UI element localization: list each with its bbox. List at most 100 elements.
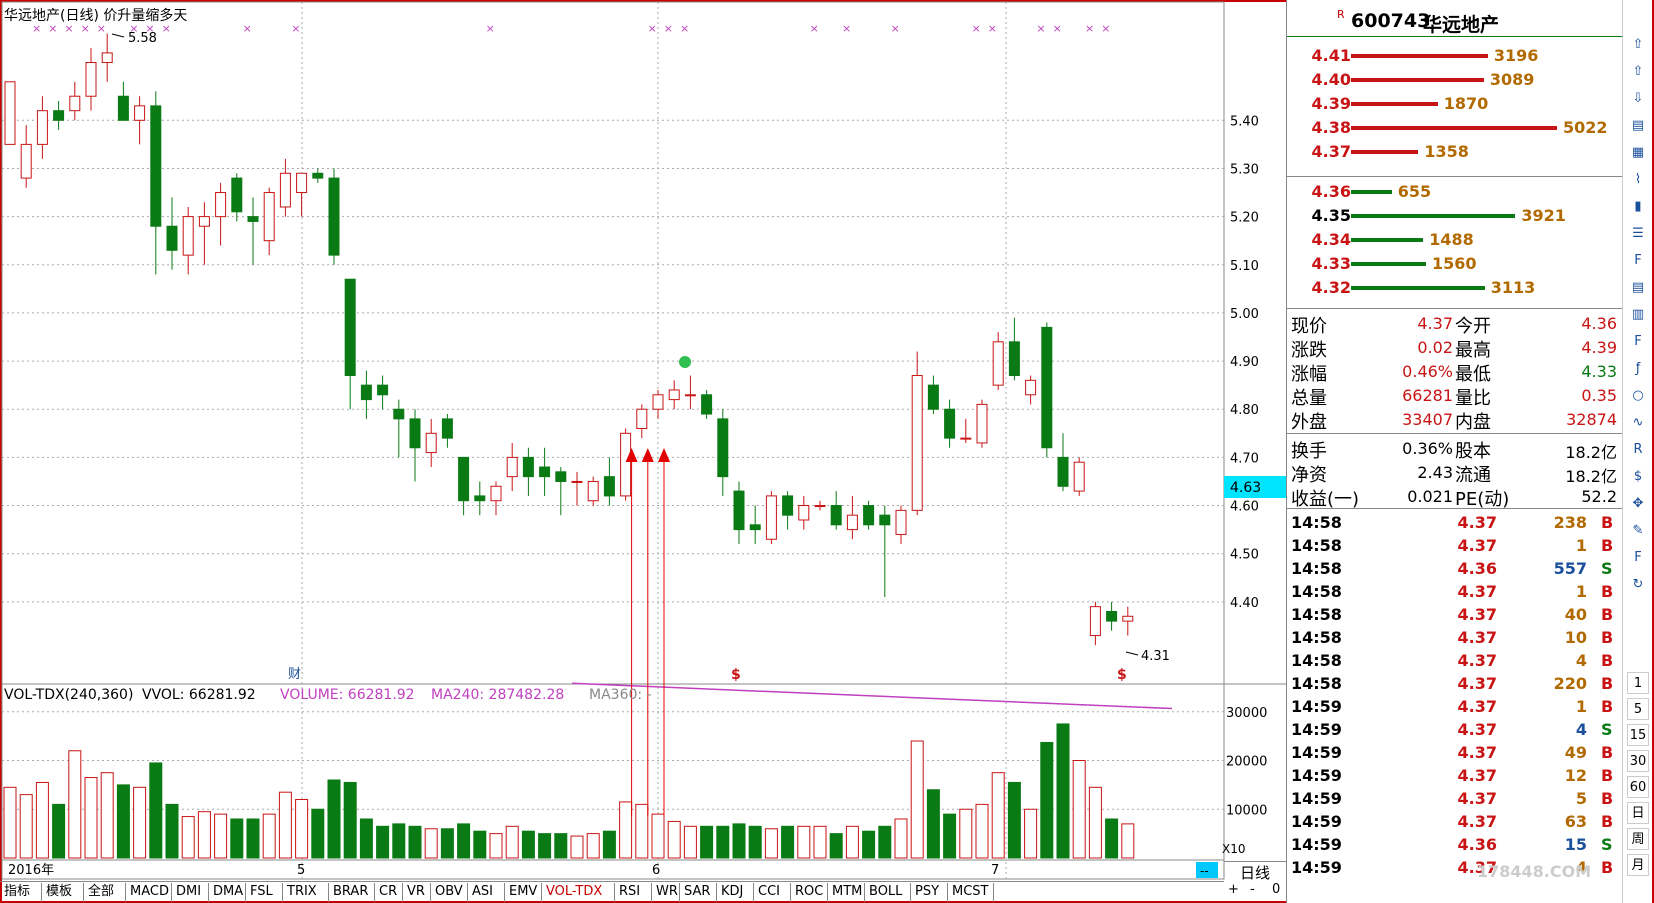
candle-body bbox=[652, 394, 664, 410]
zoom-in-button[interactable]: + bbox=[1228, 882, 1239, 897]
list-icon[interactable]: ☰ bbox=[1627, 223, 1649, 245]
candle-body bbox=[182, 216, 194, 256]
ask-row[interactable]: 4.40 3089 bbox=[1287, 68, 1623, 92]
s-marker[interactable]: $ bbox=[1117, 667, 1127, 683]
candle bbox=[539, 447, 551, 496]
bid-row[interactable]: 4.32 3113 bbox=[1287, 276, 1623, 300]
indicator-tab[interactable]: OBV bbox=[431, 883, 468, 902]
rsi-icon[interactable]: R bbox=[1627, 439, 1649, 461]
indicator-tab[interactable]: RSI bbox=[615, 883, 652, 902]
candle bbox=[296, 172, 308, 217]
refresh-icon[interactable]: ↻ bbox=[1627, 574, 1649, 596]
indicator-tab[interactable]: VR bbox=[403, 883, 431, 902]
period-button[interactable]: 月 bbox=[1627, 854, 1649, 876]
f5-icon[interactable]: F bbox=[1627, 547, 1649, 569]
s-icon[interactable]: $ bbox=[1627, 466, 1649, 488]
indicator-tab[interactable]: PSY bbox=[911, 883, 948, 902]
line-chart-icon[interactable]: ⌇ bbox=[1627, 169, 1649, 191]
pen-icon[interactable]: ✎ bbox=[1627, 520, 1649, 542]
indicator-tab[interactable]: MTM bbox=[828, 883, 865, 902]
indicator-tab[interactable]: 模板 bbox=[42, 883, 84, 902]
indicator-tab[interactable]: CCI bbox=[754, 883, 791, 902]
book-volume-bar bbox=[1351, 102, 1438, 106]
function-icon[interactable]: ƒ bbox=[1627, 358, 1649, 380]
stat-label: 现价 bbox=[1291, 316, 1327, 337]
indicator-tab[interactable]: MCST bbox=[948, 883, 994, 902]
volume-bar bbox=[392, 823, 406, 859]
tick-row: 14:58 4.37 4 B bbox=[1287, 650, 1623, 673]
news-icon[interactable]: ▤ bbox=[1627, 277, 1649, 299]
circle-icon[interactable]: ○ bbox=[1627, 385, 1649, 407]
indicator-tab[interactable]: BRAR bbox=[329, 883, 375, 902]
stat-value: 4.36 bbox=[1581, 314, 1617, 333]
bid-row[interactable]: 4.34 1488 bbox=[1287, 228, 1623, 252]
reset-button[interactable]: 0 bbox=[1272, 882, 1280, 897]
bid-row[interactable]: 4.33 1560 bbox=[1287, 252, 1623, 276]
signal-marker: × bbox=[243, 22, 252, 35]
indicator-tab[interactable]: FSL bbox=[246, 883, 283, 902]
ask-row[interactable]: 4.39 1870 bbox=[1287, 92, 1623, 116]
book-volume: 1358 bbox=[1424, 142, 1469, 161]
zoom-out-button[interactable]: - bbox=[1250, 882, 1255, 897]
indicator-tab[interactable]: DMA bbox=[209, 883, 246, 902]
period-button[interactable]: 15 bbox=[1627, 724, 1649, 746]
indicator-tab[interactable]: ROC bbox=[791, 883, 828, 902]
time-label: 2016年 bbox=[8, 863, 54, 878]
volume-bar bbox=[748, 825, 762, 859]
candle-body bbox=[555, 471, 567, 482]
tick-volume: 12 bbox=[1564, 766, 1587, 785]
candlestick-icon[interactable]: ▮ bbox=[1627, 196, 1649, 218]
volume-bar bbox=[878, 825, 892, 859]
indicator-tab[interactable]: EMV bbox=[505, 883, 542, 902]
report-icon[interactable]: ▤ bbox=[1627, 115, 1649, 137]
table-icon[interactable]: ▦ bbox=[1627, 142, 1649, 164]
candle-body bbox=[846, 514, 858, 531]
wave-icon[interactable]: ∿ bbox=[1627, 412, 1649, 434]
indicator-tab[interactable]: KDJ bbox=[717, 883, 754, 902]
period-button[interactable]: 30 bbox=[1627, 750, 1649, 772]
indicator-tab[interactable]: CR bbox=[375, 883, 403, 902]
finance-marker[interactable]: 财 bbox=[288, 667, 301, 682]
ask-row[interactable]: 4.38 5022 bbox=[1287, 116, 1623, 140]
period-label[interactable]: 日线 bbox=[1224, 861, 1286, 882]
indicator-tab[interactable]: DMI bbox=[172, 883, 209, 902]
indicator-tab[interactable]: SAR bbox=[680, 883, 717, 902]
bid-row[interactable]: 4.35 3921 bbox=[1287, 204, 1623, 228]
tick-direction: B bbox=[1601, 789, 1614, 808]
f10-icon[interactable]: F bbox=[1627, 250, 1649, 272]
arrow-up-icon[interactable]: ⇧ bbox=[1627, 34, 1649, 56]
book-price: 4.34 bbox=[1311, 230, 1351, 249]
indicator-tab[interactable]: TRIX bbox=[283, 883, 329, 902]
candle-body bbox=[1041, 326, 1053, 449]
notes-icon[interactable]: ▥ bbox=[1627, 304, 1649, 326]
period-button[interactable]: 周 bbox=[1627, 828, 1649, 850]
ask-row[interactable]: 4.41 3196 bbox=[1287, 44, 1623, 68]
candle-body bbox=[377, 384, 389, 396]
period-button[interactable]: 1 bbox=[1627, 672, 1649, 694]
arrow-down-hollow-icon[interactable]: ⇩ bbox=[1627, 88, 1649, 110]
indicator-tab[interactable]: BOLL bbox=[865, 883, 911, 902]
period-button[interactable]: 60 bbox=[1627, 776, 1649, 798]
volume-bar bbox=[181, 816, 195, 859]
candle-body bbox=[360, 384, 372, 401]
period-button[interactable]: 5 bbox=[1627, 698, 1649, 720]
candle bbox=[312, 168, 324, 183]
price-axis-label: 4.40 bbox=[1230, 596, 1259, 611]
s-marker[interactable]: $ bbox=[731, 667, 741, 683]
indicator-tab[interactable]: 指标 bbox=[0, 883, 42, 902]
candle-body bbox=[992, 341, 1004, 386]
indicator-tab[interactable]: VOL-TDX bbox=[542, 883, 615, 902]
indicator-tab[interactable]: MACD bbox=[126, 883, 172, 902]
ask-row[interactable]: 4.37 1358 bbox=[1287, 140, 1623, 164]
bid-row[interactable]: 4.36 655 bbox=[1287, 180, 1623, 204]
indicator-tab[interactable]: ASI bbox=[468, 883, 505, 902]
indicator-tab[interactable]: WR bbox=[652, 883, 680, 902]
indicator-tab[interactable]: 全部 bbox=[84, 883, 126, 902]
f2-icon[interactable]: F bbox=[1627, 331, 1649, 353]
move-icon[interactable]: ✥ bbox=[1627, 493, 1649, 515]
kline-chart[interactable]: 5.40 5.30 5.20 5.10 5.00 4.90 4.80 4.70 4.60 4.50… bbox=[0, 0, 1286, 903]
tick-price: 4.37 bbox=[1457, 674, 1497, 693]
period-button[interactable]: 日 bbox=[1627, 802, 1649, 824]
arrow-up-hollow-icon[interactable]: ⇧ bbox=[1627, 61, 1649, 83]
book-volume-bar bbox=[1351, 78, 1484, 82]
